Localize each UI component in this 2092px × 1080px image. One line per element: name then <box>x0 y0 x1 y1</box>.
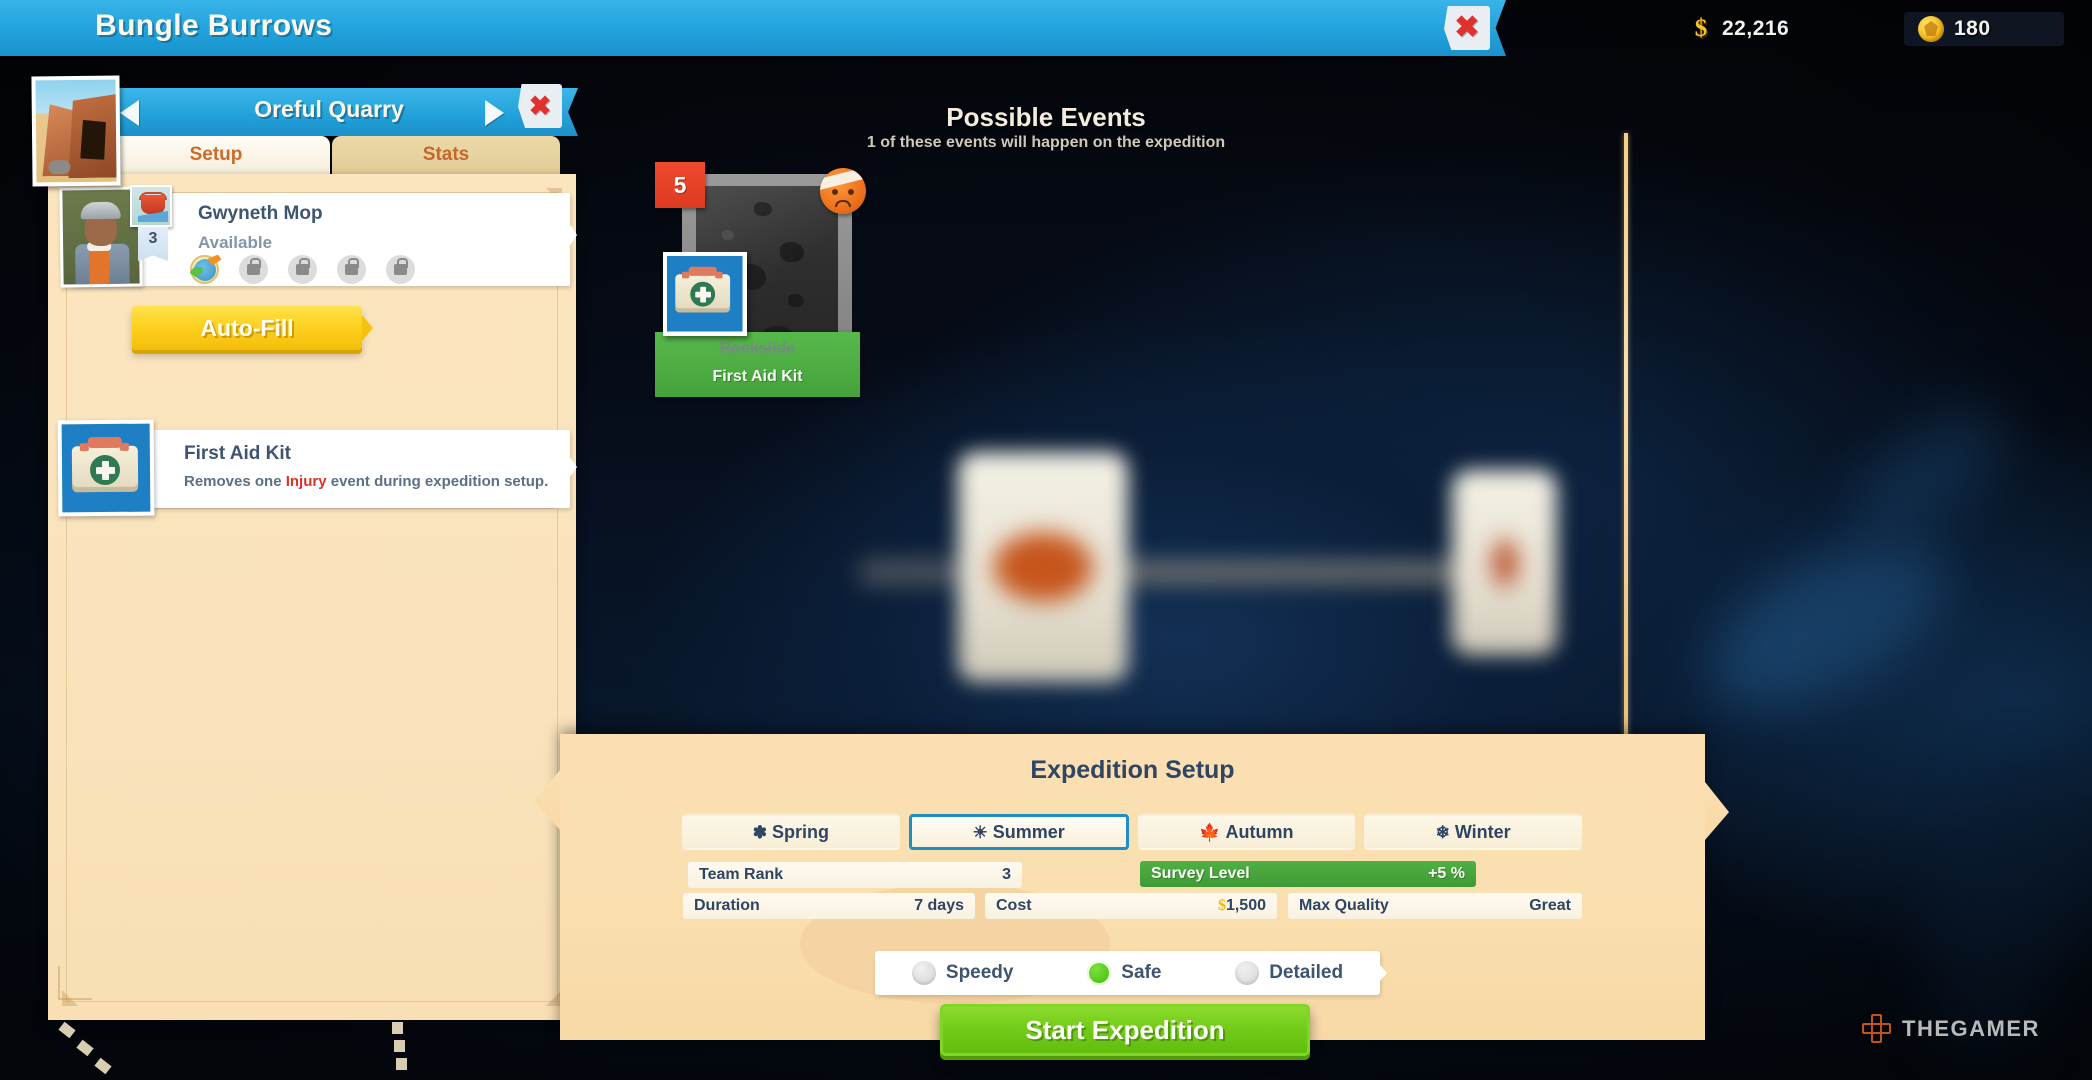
cargo-list-item[interactable]: First Aid Kit Removes one Injury event d… <box>57 419 577 517</box>
money-value: 22,216 <box>1722 17 1790 40</box>
stat-label: Survey Level <box>1151 865 1250 882</box>
cargo-desc-highlight: Injury <box>285 473 327 490</box>
mode-label: Speedy <box>945 962 1014 983</box>
stat-value: Great <box>1529 897 1571 914</box>
expedition-mode-selector: Speedy Safe Detailed <box>875 951 1387 995</box>
token-display: 180 <box>1904 12 2064 46</box>
event-countered-by: First Aid Kit <box>712 368 803 385</box>
snowflake-icon: ❄ <box>1435 822 1450 842</box>
stat-value: 1,500 <box>1225 897 1266 914</box>
possible-events-subtitle: 1 of these events will happen on the exp… <box>866 134 1226 151</box>
possible-events-title: Possible Events <box>946 102 1146 132</box>
path-dash <box>394 1040 405 1052</box>
mode-label: Detailed <box>1269 962 1344 983</box>
stat-value-group: $1,500 <box>1218 897 1266 915</box>
cargo-desc-after: event during expedition setup. <box>326 473 549 490</box>
event-card[interactable]: 5 Rockslide First Aid Kit <box>655 162 866 398</box>
radio-icon <box>1235 961 1260 985</box>
season-label: Summer <box>992 821 1065 842</box>
close-x-glyph: ✖ <box>528 90 552 121</box>
season-selector: ✽ Spring ☀ Summer 🍁 Autumn ❄ Winter <box>682 814 1582 850</box>
stat-label: Team Rank <box>699 866 784 883</box>
crew-status: Available <box>198 233 273 252</box>
auto-fill-button[interactable]: Auto-Fill <box>132 306 373 350</box>
path-dash <box>392 1022 403 1034</box>
top-title-bar: Bungle Burrows <box>0 0 1480 56</box>
game-title: Bungle Burrows <box>95 9 333 42</box>
season-autumn[interactable]: 🍁 Autumn <box>1137 814 1356 850</box>
close-x-glyph: ✖ <box>1454 11 1480 44</box>
stat-max-quality: Max Quality Great <box>1288 893 1582 919</box>
stat-survey-level: Survey Level +5 % <box>1140 861 1476 887</box>
event-count-badge: 5 <box>655 162 705 208</box>
cargo-desc-before: Removes one <box>184 473 286 490</box>
season-winter[interactable]: ❄ Winter <box>1364 814 1582 850</box>
mode-detailed[interactable]: Detailed <box>1235 961 1343 985</box>
spring-flower-icon: ✽ <box>752 822 767 842</box>
season-label: Spring <box>772 821 829 842</box>
gear-skill-icon[interactable] <box>190 255 219 284</box>
decor-corner <box>58 966 92 1000</box>
stat-value: 7 days <box>914 897 964 914</box>
lock-icon[interactable] <box>386 255 415 284</box>
crew-level-badge: 3 <box>138 227 168 261</box>
crew-list-item[interactable]: 3 Gwyneth Mop Available <box>59 185 577 288</box>
cargo-name: First Aid Kit <box>184 443 291 464</box>
location-panel: Oreful Quarry ✖ Setup Stats Assign Crew … <box>24 75 592 1022</box>
stat-label: Cost <box>996 897 1032 914</box>
lock-icon[interactable] <box>288 255 317 284</box>
expedition-setup-title: Expedition Setup <box>1030 756 1235 784</box>
cargo-description: Removes one Injury event during expediti… <box>184 473 548 490</box>
money-coin-icon: $ <box>1694 15 1708 42</box>
gold-divider-line <box>1624 133 1628 737</box>
stat-duration: Duration 7 days <box>683 893 975 919</box>
game-screen: Bungle Burrows ✖ $ 22,216 180 Oreful Qua… <box>0 0 2092 1080</box>
watermark-text: THEGAMER <box>1902 1016 2040 1041</box>
gold-token-icon <box>1918 16 1944 42</box>
watermark: THEGAMER <box>1862 1014 2040 1044</box>
crew-name: Gwyneth Mop <box>198 203 323 224</box>
lock-icon[interactable] <box>239 255 268 284</box>
currency-hud: $ 22,216 180 <box>1480 0 2092 56</box>
season-label: Winter <box>1454 821 1511 842</box>
lock-icon[interactable] <box>337 255 366 284</box>
panel-close-icon[interactable]: ✖ <box>518 84 562 128</box>
event-name: Rockslide <box>719 340 796 357</box>
radio-icon <box>911 961 936 985</box>
money-coin-icon: $ <box>1217 897 1226 914</box>
radio-icon-selected <box>1087 961 1112 985</box>
leaf-icon: 🍁 <box>1199 822 1221 842</box>
mode-safe[interactable]: Safe <box>1087 961 1161 985</box>
sun-icon: ☀ <box>972 822 988 842</box>
season-label: Autumn <box>1225 821 1294 842</box>
janitor-bucket-icon <box>130 185 172 227</box>
stat-label: Max Quality <box>1299 897 1389 914</box>
token-value: 180 <box>1954 17 1991 40</box>
start-expedition-button[interactable]: Start Expedition <box>940 1004 1310 1056</box>
event-banner: Rockslide First Aid Kit <box>655 332 860 397</box>
stat-team-rank: Team Rank 3 <box>688 862 1022 888</box>
mode-speedy[interactable]: Speedy <box>911 961 1014 985</box>
panel-body: Assign Crew Choose Cargo <box>48 174 592 1022</box>
first-aid-kit-icon <box>57 419 155 517</box>
crew-skill-slots <box>190 255 415 284</box>
stat-value: 3 <box>1002 866 1011 883</box>
money-display: $ 22,216 <box>1676 12 1803 46</box>
thegamer-logo-icon <box>1862 1014 1892 1044</box>
first-aid-kit-icon <box>663 252 747 336</box>
season-spring[interactable]: ✽ Spring <box>682 814 900 850</box>
season-summer[interactable]: ☀ Summer <box>908 814 1129 850</box>
mode-label: Safe <box>1121 962 1162 983</box>
injury-face-icon <box>820 168 866 214</box>
stat-value: +5 % <box>1428 865 1465 882</box>
stat-cost: Cost $1,500 <box>985 893 1277 919</box>
path-dash <box>396 1058 407 1070</box>
quarry-thumbnail <box>31 75 121 187</box>
stat-label: Duration <box>694 897 760 914</box>
